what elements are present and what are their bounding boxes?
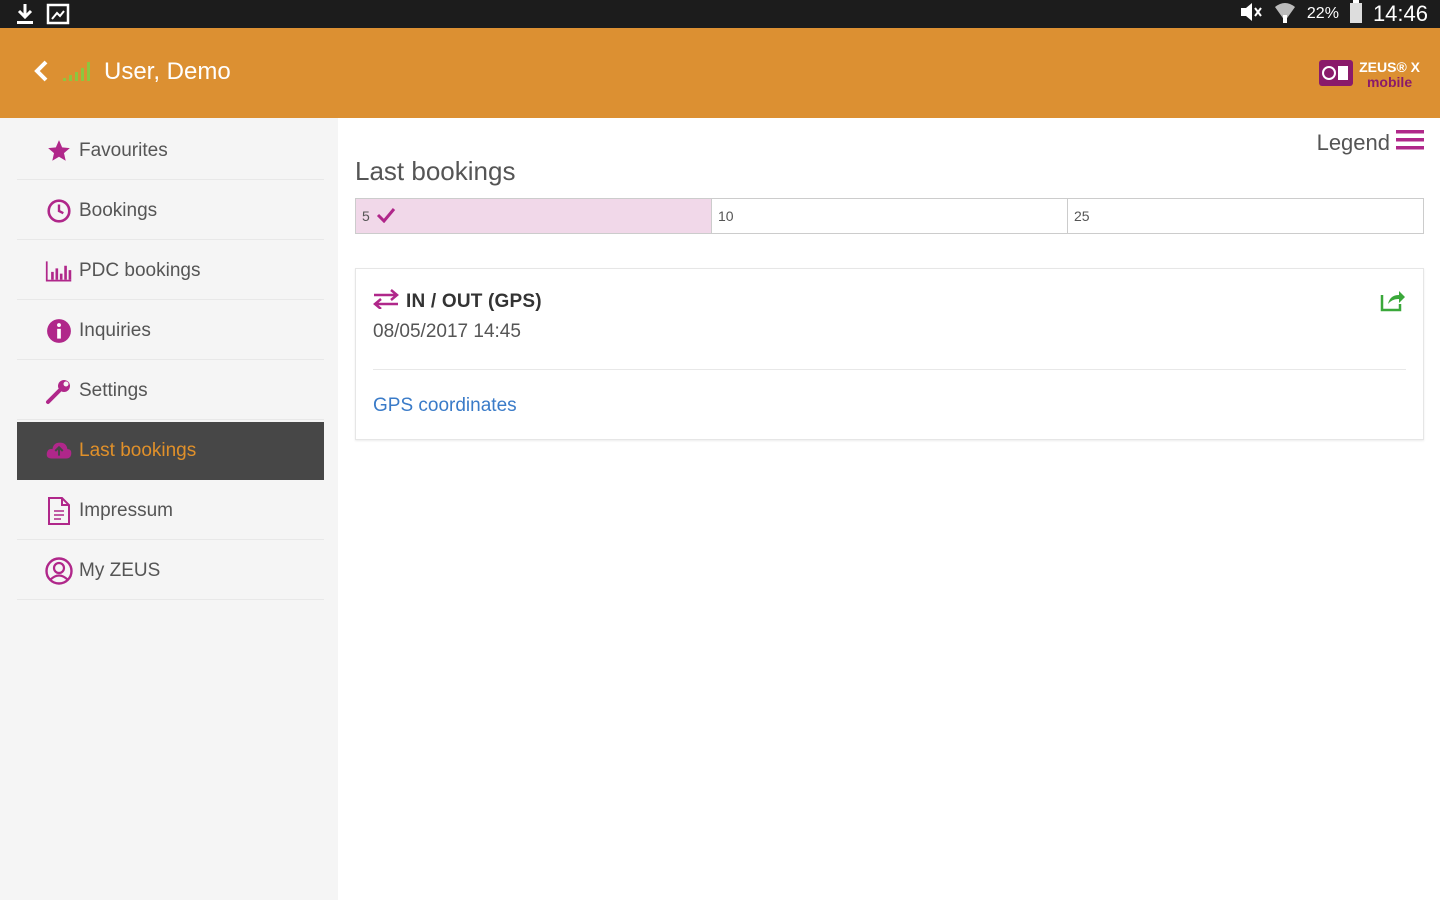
page-title: Last bookings <box>355 156 516 186</box>
legend-button[interactable]: Legend <box>1317 128 1424 157</box>
wifi-icon <box>1273 1 1297 28</box>
document-icon <box>45 496 73 525</box>
user-icon <box>45 556 73 585</box>
sidebar-item-label: My ZEUS <box>79 559 161 581</box>
battery-icon <box>1349 0 1363 29</box>
mute-icon <box>1239 1 1263 28</box>
app-bar: User, Demo ZEUS® X mobile <box>0 28 1440 118</box>
download-icon <box>14 2 36 31</box>
clock-icon <box>45 197 73 225</box>
checkmark-icon <box>376 207 396 226</box>
wrench-icon <box>45 377 73 405</box>
gps-coordinates-link[interactable]: GPS coordinates <box>373 395 517 417</box>
gallery-icon <box>46 2 70 31</box>
info-icon <box>45 317 73 345</box>
zeus-logo: ZEUS® X mobile <box>1317 54 1420 95</box>
booking-datetime: 08/05/2017 14:45 <box>373 321 521 342</box>
segment-25[interactable]: 25 <box>1068 199 1423 233</box>
back-button[interactable] <box>28 60 54 86</box>
zeus-logo-icon <box>1317 54 1355 95</box>
sidebar-item-label: Impressum <box>79 499 173 521</box>
sidebar-item-pdc-bookings[interactable]: PDC bookings <box>17 242 324 300</box>
sidebar-item-my-zeus[interactable]: My ZEUS <box>17 542 324 600</box>
clock-time: 14:46 <box>1372 1 1428 26</box>
sidebar-item-label: Settings <box>79 379 148 401</box>
menu-icon <box>1396 128 1424 157</box>
cloud-upload-icon <box>45 437 73 465</box>
bar-chart-icon <box>45 257 73 285</box>
signal-strength-icon <box>62 60 90 82</box>
battery-percent: 22% <box>1306 5 1339 22</box>
share-button[interactable] <box>1379 287 1407 318</box>
sidebar-item-last-bookings[interactable]: Last bookings <box>17 422 324 480</box>
zeus-logo-line1: ZEUS® X <box>1359 58 1420 75</box>
legend-label: Legend <box>1316 129 1390 155</box>
sidebar-item-label: Bookings <box>79 199 158 221</box>
chevron-left-icon <box>33 59 49 88</box>
sidebar-item-label: Inquiries <box>79 319 151 341</box>
sidebar-item-settings[interactable]: Settings <box>17 362 324 420</box>
segment-label: 25 <box>1074 208 1090 224</box>
booking-type: IN / OUT (GPS) <box>372 289 542 314</box>
status-right-icons: 22% 14:46 <box>1239 0 1428 28</box>
user-name: User, Demo <box>104 58 231 85</box>
booking-type-label: IN / OUT (GPS) <box>406 290 542 312</box>
status-bar: 22% 14:46 <box>0 0 1440 28</box>
segment-10[interactable]: 10 <box>712 199 1068 233</box>
star-icon <box>45 137 73 165</box>
share-icon <box>1379 291 1407 317</box>
booking-card: IN / OUT (GPS) 08/05/2017 14:45 GPS coor… <box>355 268 1424 440</box>
sidebar-item-label: Favourites <box>79 139 168 161</box>
booking-count-selector: 5 10 25 <box>355 198 1424 234</box>
zeus-logo-line2: mobile <box>1366 73 1413 90</box>
sidebar-item-impressum[interactable]: Impressum <box>17 482 324 540</box>
sidebar: Favourites Bookings PDC bookings Inquiri… <box>0 118 338 900</box>
sidebar-item-bookings[interactable]: Bookings <box>17 182 324 240</box>
zeus-logo-text: ZEUS® X mobile <box>1359 58 1420 90</box>
sidebar-item-favourites[interactable]: Favourites <box>17 122 324 180</box>
segment-label: 10 <box>718 208 734 224</box>
segment-5[interactable]: 5 <box>356 199 712 233</box>
sidebar-item-label: PDC bookings <box>79 259 201 281</box>
status-left-icons <box>14 2 70 31</box>
main-content: Legend Last bookings 5 10 25 IN / OUT (G… <box>338 118 1440 900</box>
transfer-arrows-icon <box>372 289 400 314</box>
sidebar-item-inquiries[interactable]: Inquiries <box>17 302 324 360</box>
card-divider <box>373 369 1406 370</box>
segment-label: 5 <box>362 208 370 224</box>
sidebar-item-label: Last bookings <box>79 440 197 461</box>
